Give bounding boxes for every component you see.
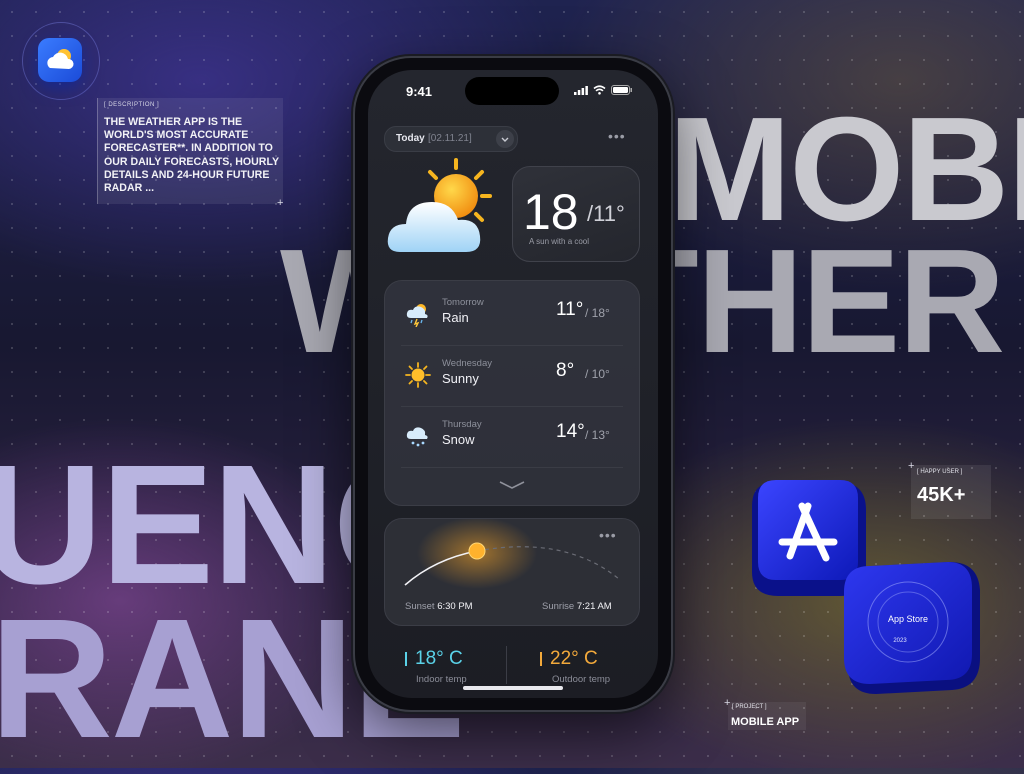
project-tag: [ PROJECT ] [732, 704, 767, 710]
phone-screen: 9:41 Today [02.11.21] ••• 18 /11° A sun … [368, 70, 658, 698]
current-temp: 18 [523, 184, 579, 240]
forecast-low: / 18° [585, 306, 610, 320]
plus-mark: + [277, 197, 284, 209]
more-options-icon[interactable]: ••• [608, 128, 626, 144]
outdoor-indicator [540, 652, 542, 666]
date-label: [02.11.21] [428, 133, 472, 144]
cloud-sun-logo-icon [47, 49, 74, 69]
today-label: Today [396, 133, 425, 144]
forecast-high: 14° [556, 421, 585, 442]
forecast-row[interactable]: Thursday Snow 14° / 13° [385, 407, 639, 467]
sunrise-time: 7:21 AM [576, 601, 612, 612]
indoor-temp-value: 18° C [415, 648, 463, 669]
forecast-card: Tomorrow Rain 11° / 18° Wednesday Sunny … [384, 280, 640, 506]
project-value: MOBILE APP [731, 716, 800, 728]
divider [401, 467, 623, 468]
forecast-day: Thursday [442, 419, 482, 430]
signal-icon [574, 85, 588, 95]
forecast-condition: Sunny [442, 371, 479, 386]
rain-cloud-icon [406, 304, 428, 327]
description-text: THE WEATHER APP IS THE WORLD'S MOST ACCU… [104, 116, 279, 195]
forecast-row[interactable]: Wednesday Sunny 8° / 10° [385, 346, 639, 406]
app-store-label: App Store [888, 614, 928, 624]
status-icons [574, 85, 633, 95]
sunrise-label: Sunrise [542, 601, 575, 612]
chevron-down-icon[interactable] [496, 130, 514, 148]
snow-cloud-icon [406, 427, 428, 447]
sun-cloud-icon [387, 158, 492, 252]
forecast-row[interactable]: Tomorrow Rain 11° / 18° [385, 285, 639, 345]
app-store-year: 2023 [893, 638, 907, 644]
forecast-low: / 10° [585, 367, 610, 381]
forecast-high: 8° [556, 360, 575, 381]
forecast-day: Wednesday [442, 358, 492, 369]
app-store-badge-icon: App Store 2023 [844, 562, 980, 694]
app-logo [38, 38, 82, 82]
forecast-high: 11° [556, 299, 584, 320]
happy-user-value: 45K+ [917, 484, 966, 506]
outdoor-temp-value: 22° C [550, 648, 598, 669]
happy-user-tag: [ HAPPY USER ] [917, 469, 963, 475]
project-box: [ PROJECT ] MOBILE APP [728, 702, 806, 730]
description-tag: [ DESCRIPTION ] [104, 102, 160, 108]
forecast-condition: Snow [442, 432, 475, 447]
current-low-temp: /11° [587, 201, 625, 226]
outdoor-temp-label: Outdoor temp [552, 674, 611, 685]
weather-caption: A sun with a cool [529, 237, 590, 246]
dynamic-island [465, 77, 559, 105]
expand-chevron-icon[interactable] [498, 479, 526, 491]
sunrise-info: Sunrise 7:21 AM [542, 601, 612, 612]
forecast-low: / 13° [585, 428, 610, 442]
sun-icon [405, 362, 431, 388]
date-selector[interactable]: Today [02.11.21] [384, 126, 518, 152]
sun-path-arc [404, 519, 620, 589]
wifi-icon [593, 85, 606, 95]
current-temp-card: 18 /11° A sun with a cool [512, 166, 640, 262]
indoor-indicator [405, 652, 407, 666]
happy-user-box: [ HAPPY USER ] 45K+ [911, 465, 991, 519]
sun-cycle-card: ••• Sunset 6:30 PM Sunrise 7:21 AM [384, 518, 640, 626]
phone-mockup: 9:41 Today [02.11.21] ••• 18 /11° A sun … [355, 58, 671, 710]
battery-icon [611, 85, 632, 95]
forecast-day: Tomorrow [442, 297, 484, 308]
forecast-condition: Rain [442, 310, 469, 325]
divider [506, 646, 507, 684]
sunset-label: Sunset [405, 601, 435, 612]
sunset-time: 6:30 PM [437, 601, 473, 612]
sunset-info: Sunset 6:30 PM [405, 601, 473, 612]
status-time: 9:41 [406, 84, 433, 99]
home-indicator[interactable] [463, 686, 563, 690]
description-box: [ DESCRIPTION ] THE WEATHER APP IS THE W… [97, 98, 283, 204]
indoor-temp-label: Indoor temp [416, 674, 467, 685]
